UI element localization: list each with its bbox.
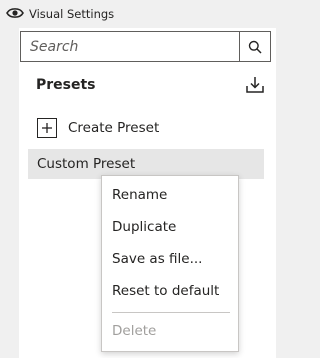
menu-item-save-as-file[interactable]: Save as file...: [102, 245, 238, 273]
menu-item-reset-to-default[interactable]: Reset to default: [102, 277, 238, 305]
search-input[interactable]: [21, 32, 239, 61]
menu-item-rename[interactable]: Rename: [102, 181, 238, 209]
menu-item-delete[interactable]: Delete: [102, 317, 238, 345]
create-preset-label: Create Preset: [68, 120, 160, 136]
create-preset-button[interactable]: Create Preset: [37, 117, 159, 139]
menu-divider: [112, 312, 230, 313]
presets-heading: Presets: [36, 77, 96, 93]
plus-icon: [37, 118, 57, 138]
header-title: Visual Settings: [29, 7, 115, 21]
eye-icon: [6, 8, 24, 18]
search-icon: [248, 40, 262, 54]
preset-item-label: Custom Preset: [37, 156, 136, 172]
context-menu: Rename Duplicate Save as file... Reset t…: [101, 175, 239, 352]
menu-item-duplicate[interactable]: Duplicate: [102, 213, 238, 241]
header: Visual Settings: [0, 0, 276, 28]
export-download-icon[interactable]: [245, 76, 265, 94]
search-button[interactable]: [239, 32, 270, 61]
search-box: [20, 31, 271, 62]
